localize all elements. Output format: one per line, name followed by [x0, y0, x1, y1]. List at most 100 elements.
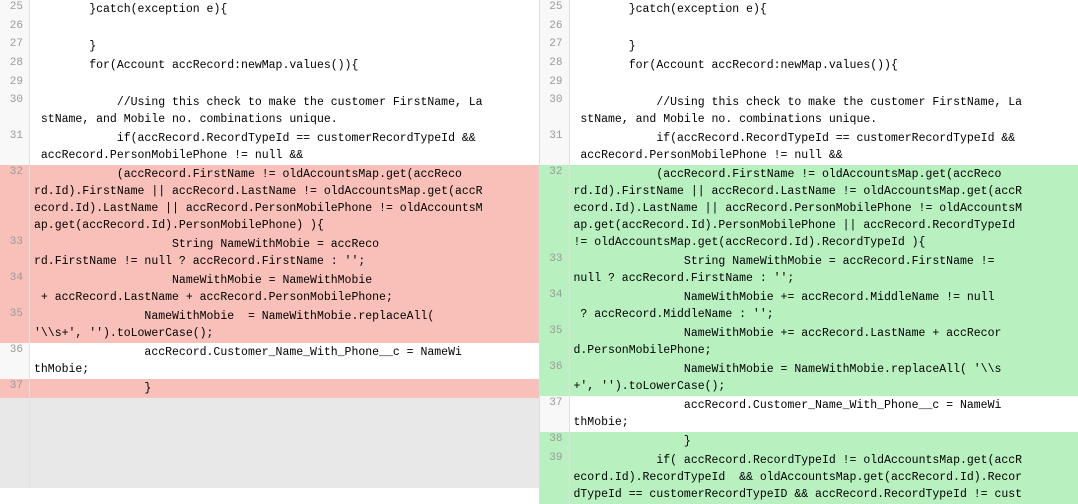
code-row: 31 if(accRecord.RecordTypeId == customer… [0, 129, 539, 165]
code-row: 32 (accRecord.FirstName != oldAccountsMa… [540, 165, 1078, 252]
line-number: 38 [540, 432, 570, 451]
line-number: 29 [0, 75, 30, 93]
line-number: 34 [0, 271, 30, 307]
line-content [570, 75, 1078, 93]
line-content: if(accRecord.RecordTypeId == customerRec… [30, 129, 539, 165]
line-content: }catch(exception e){ [30, 0, 539, 19]
line-number: 27 [540, 37, 570, 56]
line-content: } [30, 379, 539, 398]
line-number: 26 [540, 19, 570, 37]
line-content: NameWithMobie += accRecord.LastName + ac… [570, 324, 1078, 360]
code-row: 30 //Using this check to make the custom… [0, 93, 539, 129]
line-number: 25 [0, 0, 30, 19]
code-row: 33 String NameWithMobie = accReco rd.Fir… [0, 235, 539, 271]
code-row: 26 [540, 19, 1078, 37]
line-number: 35 [540, 324, 570, 360]
line-content [30, 452, 539, 470]
line-number: 27 [0, 37, 30, 56]
line-number [0, 416, 30, 434]
code-row: 33 String NameWithMobie = accRecord.Firs… [540, 252, 1078, 288]
line-content [30, 398, 539, 416]
line-number: 31 [0, 129, 30, 165]
line-number: 31 [540, 129, 570, 165]
line-number: 26 [0, 19, 30, 37]
line-number: 35 [0, 307, 30, 343]
line-number: 25 [540, 0, 570, 19]
line-content: NameWithMobie += accRecord.MiddleName !=… [570, 288, 1078, 324]
code-row: 26 [0, 19, 539, 37]
code-row: 36 accRecord.Customer_Name_With_Phone__c… [0, 343, 539, 379]
line-number: 36 [540, 360, 570, 396]
line-number: 32 [0, 165, 30, 235]
line-content [30, 75, 539, 93]
line-number: 28 [0, 56, 30, 75]
line-content: }catch(exception e){ [570, 0, 1078, 19]
line-content: NameWithMobie = NameWithMobie + accRecor… [30, 271, 539, 307]
line-number [0, 452, 30, 470]
line-content [30, 416, 539, 434]
line-number [0, 434, 30, 452]
line-content: for(Account accRecord:newMap.values()){ [30, 56, 539, 75]
diff-pane-right: 25 }catch(exception e){2627 }28 for(Acco… [540, 0, 1078, 504]
line-number: 32 [540, 165, 570, 252]
line-content: //Using this check to make the customer … [30, 93, 539, 129]
line-content: //Using this check to make the customer … [570, 93, 1078, 129]
code-row: 34 NameWithMobie += accRecord.MiddleName… [540, 288, 1078, 324]
line-number [0, 470, 30, 488]
line-content: } [570, 37, 1078, 56]
line-number [0, 398, 30, 416]
diff-pane-left: 25 }catch(exception e){2627 }28 for(Acco… [0, 0, 540, 504]
line-content: String NameWithMobie = accRecord.FirstNa… [570, 252, 1078, 288]
line-number: 37 [0, 379, 30, 398]
code-row: 29 [0, 75, 539, 93]
line-number: 37 [540, 396, 570, 432]
code-row [0, 434, 539, 452]
line-content: accRecord.Customer_Name_With_Phone__c = … [30, 343, 539, 379]
line-content: } [30, 37, 539, 56]
code-row: 32 (accRecord.FirstName != oldAccountsMa… [0, 165, 539, 235]
line-number: 30 [540, 93, 570, 129]
line-content [30, 470, 539, 488]
code-row: 37 accRecord.Customer_Name_With_Phone__c… [540, 396, 1078, 432]
line-number: 33 [0, 235, 30, 271]
code-row: 28 for(Account accRecord:newMap.values()… [0, 56, 539, 75]
code-row: 25 }catch(exception e){ [540, 0, 1078, 19]
line-content: if(accRecord.RecordTypeId == customerRec… [570, 129, 1078, 165]
line-number: 39 [540, 451, 570, 504]
line-content [30, 19, 539, 37]
code-row: 35 NameWithMobie = NameWithMobie.replace… [0, 307, 539, 343]
code-row: 34 NameWithMobie = NameWithMobie + accRe… [0, 271, 539, 307]
line-content: (accRecord.FirstName != oldAccountsMap.g… [570, 165, 1078, 252]
line-content: NameWithMobie = NameWithMobie.replaceAll… [570, 360, 1078, 396]
line-number: 30 [0, 93, 30, 129]
line-content: } [570, 432, 1078, 451]
code-row [0, 416, 539, 434]
code-row [0, 452, 539, 470]
line-content [570, 19, 1078, 37]
code-row: 27 } [540, 37, 1078, 56]
code-row: 29 [540, 75, 1078, 93]
line-content: NameWithMobie = NameWithMobie.replaceAll… [30, 307, 539, 343]
line-content: for(Account accRecord:newMap.values()){ [570, 56, 1078, 75]
line-content: if( accRecord.RecordTypeId != oldAccount… [570, 451, 1078, 504]
code-row: 39 if( accRecord.RecordTypeId != oldAcco… [540, 451, 1078, 504]
line-number: 34 [540, 288, 570, 324]
diff-container: 25 }catch(exception e){2627 }28 for(Acco… [0, 0, 1078, 504]
line-number: 29 [540, 75, 570, 93]
line-content: accRecord.Customer_Name_With_Phone__c = … [570, 396, 1078, 432]
code-row: 27 } [0, 37, 539, 56]
line-number: 28 [540, 56, 570, 75]
code-row: 25 }catch(exception e){ [0, 0, 539, 19]
code-row: 37 } [0, 379, 539, 398]
code-row: 35 NameWithMobie += accRecord.LastName +… [540, 324, 1078, 360]
code-row: 31 if(accRecord.RecordTypeId == customer… [540, 129, 1078, 165]
line-content [30, 434, 539, 452]
line-number: 33 [540, 252, 570, 288]
code-row: 36 NameWithMobie = NameWithMobie.replace… [540, 360, 1078, 396]
line-number: 36 [0, 343, 30, 379]
code-row: 30 //Using this check to make the custom… [540, 93, 1078, 129]
line-content: String NameWithMobie = accReco rd.FirstN… [30, 235, 539, 271]
code-row [0, 470, 539, 488]
line-content: (accRecord.FirstName != oldAccountsMap.g… [30, 165, 539, 235]
code-row [0, 398, 539, 416]
